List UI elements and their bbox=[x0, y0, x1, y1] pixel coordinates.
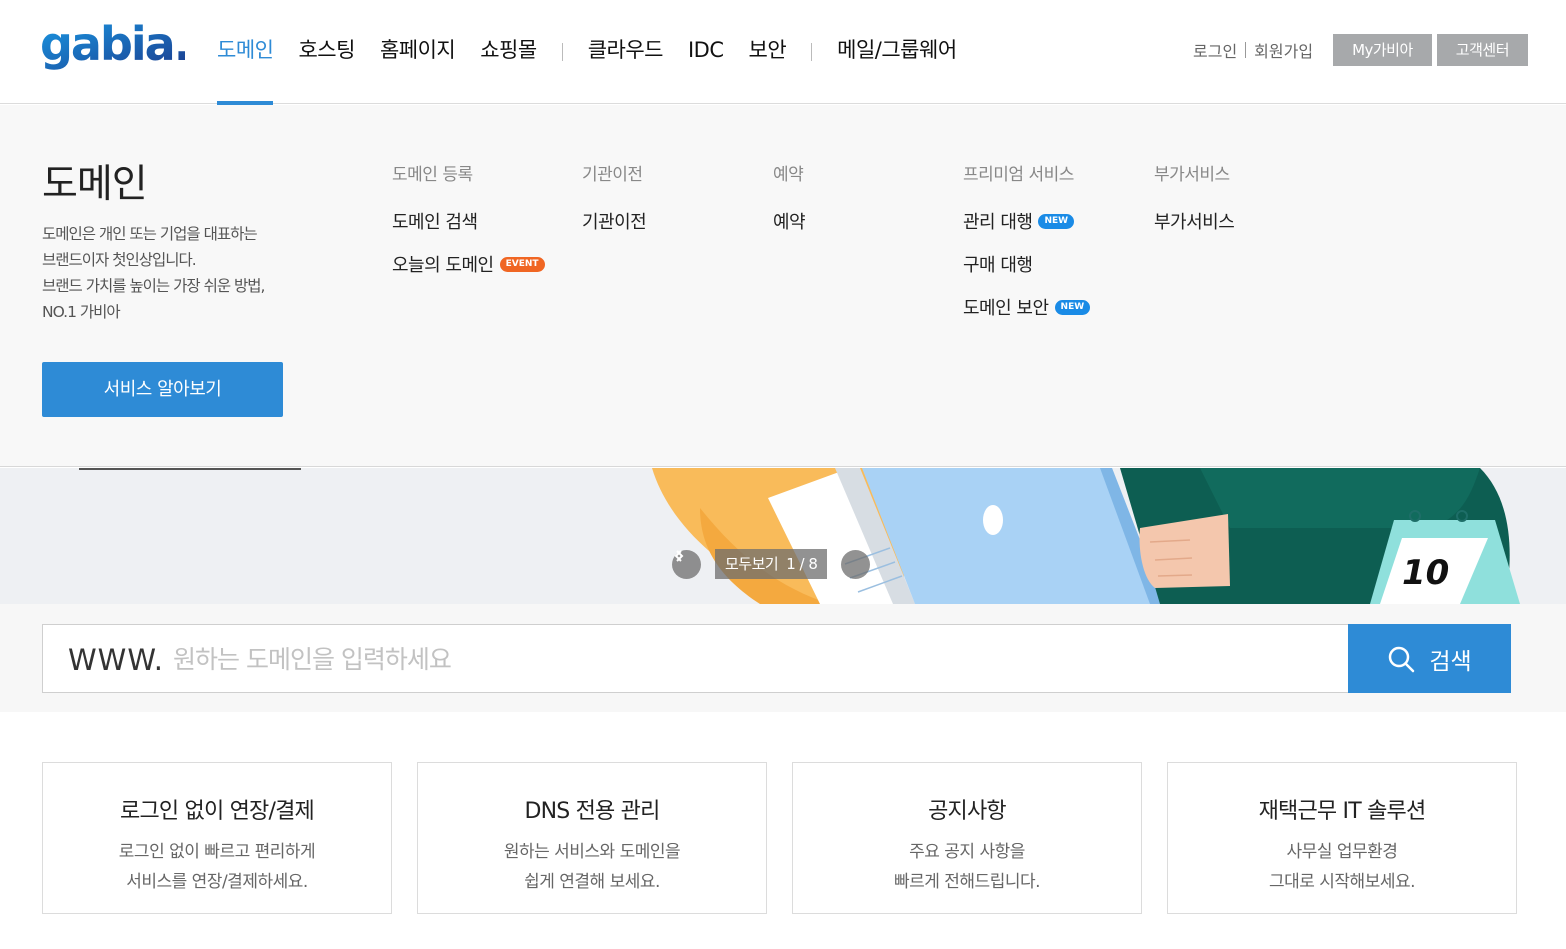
card-description: 로그인 없이 빠르고 편리하게 서비스를 연장/결제하세요. bbox=[43, 837, 391, 897]
card-desc-line: 로그인 없이 빠르고 편리하게 bbox=[118, 842, 316, 862]
card-desc-line: 쉽게 연결해 보세요. bbox=[524, 872, 660, 892]
card-desc-line: 서비스를 연장/결제하세요. bbox=[126, 872, 308, 892]
card-description: 사무실 업무환경 그대로 시작해보세요. bbox=[1168, 837, 1516, 897]
nav-cloud[interactable]: 클라우드 bbox=[588, 0, 664, 104]
banner-illustration: 10 bbox=[652, 468, 1520, 604]
nav-domain[interactable]: 도메인 bbox=[217, 0, 274, 105]
mega-desc-line: 도메인은 개인 또는 기업을 대표하는 bbox=[42, 225, 258, 243]
menu-item-transfer[interactable]: 기관이전 bbox=[582, 209, 647, 233]
menu-item-label: 관리 대행 bbox=[963, 212, 1033, 233]
card-desc-line: 주요 공지 사항을 bbox=[909, 842, 1025, 862]
search-button[interactable]: 검색 bbox=[1348, 624, 1511, 693]
card-dns-management[interactable]: DNS 전용 관리 원하는 서비스와 도메인을 쉽게 연결해 보세요. bbox=[417, 762, 767, 914]
card-remote-work[interactable]: 재택근무 IT 솔루션 사무실 업무환경 그대로 시작해보세요. bbox=[1167, 762, 1517, 914]
utility-menu: 로그인 회원가입 My가비아 고객센터 bbox=[1193, 34, 1528, 66]
domain-search-box: WWW. bbox=[42, 624, 1349, 693]
new-badge: NEW bbox=[1054, 299, 1091, 315]
card-desc-line: 사무실 업무환경 bbox=[1286, 842, 1398, 862]
card-renew-without-login[interactable]: 로그인 없이 연장/결제 로그인 없이 빠르고 편리하게 서비스를 연장/결제하… bbox=[42, 762, 392, 914]
card-description: 주요 공지 사항을 빠르게 전해드립니다. bbox=[793, 837, 1141, 897]
domain-search-area: WWW. 검색 bbox=[0, 604, 1566, 712]
nav-homepage[interactable]: 홈페이지 bbox=[380, 0, 456, 104]
slide-counter: 1 / 8 bbox=[786, 555, 818, 573]
mega-desc-line: 브랜드이자 첫인상입니다. bbox=[42, 251, 197, 269]
quick-service-cards: 로그인 없이 연장/결제 로그인 없이 빠르고 편리하게 서비스를 연장/결제하… bbox=[42, 762, 1517, 914]
learn-service-button[interactable]: 서비스 알아보기 bbox=[42, 362, 283, 417]
calendar-day: 10 bbox=[1402, 553, 1449, 593]
view-all-label: 모두보기 bbox=[725, 555, 779, 573]
column-heading[interactable]: 부가서비스 bbox=[1154, 160, 1234, 185]
header: gabia. 도메인 호스팅 홈페이지 쇼핑몰 클라우드 IDC 보안 메일/그… bbox=[0, 0, 1566, 105]
nav-shoppingmall[interactable]: 쇼핑몰 bbox=[480, 0, 537, 104]
nav-divider bbox=[561, 43, 563, 61]
menu-column-premium: 프리미엄 서비스 관리 대행 NEW 구매 대행 도메인 보안 NEW bbox=[963, 160, 1091, 338]
global-nav: 도메인 호스팅 홈페이지 쇼핑몰 클라우드 IDC 보안 메일/그룹웨어 bbox=[217, 0, 982, 105]
menu-column-transfer: 기관이전 기관이전 bbox=[582, 160, 647, 252]
menu-item-label: 도메인 검색 bbox=[392, 212, 478, 233]
mega-desc-line: NO.1 가비아 bbox=[42, 303, 121, 321]
next-slide-button[interactable] bbox=[676, 549, 871, 579]
menu-item-purchase-agency[interactable]: 구매 대행 bbox=[963, 252, 1090, 276]
menu-item-label: 도메인 보안 bbox=[963, 298, 1049, 319]
domain-search-input[interactable] bbox=[173, 635, 1323, 683]
column-heading[interactable]: 예약 bbox=[773, 160, 805, 185]
nav-mail-groupware[interactable]: 메일/그룹웨어 bbox=[837, 0, 957, 104]
domain-mega-menu: 도메인 도메인은 개인 또는 기업을 대표하는 브랜드이자 첫인상입니다. 브랜… bbox=[0, 105, 1566, 467]
menu-item-reservation[interactable]: 예약 bbox=[773, 209, 806, 233]
logo-text: gabia. bbox=[40, 22, 185, 71]
util-divider bbox=[1245, 42, 1247, 58]
chevron-right-icon bbox=[676, 550, 684, 562]
view-all-button[interactable]: 모두보기 1 / 8 bbox=[715, 549, 828, 579]
support-button[interactable]: 고객센터 bbox=[1436, 34, 1528, 66]
menu-item-addon[interactable]: 부가서비스 bbox=[1154, 209, 1235, 233]
card-title: 로그인 없이 연장/결제 bbox=[120, 799, 315, 824]
mega-desc-line: 브랜드 가치를 높이는 가장 쉬운 방법, bbox=[42, 277, 265, 295]
event-badge: EVENT bbox=[499, 256, 545, 272]
new-badge: NEW bbox=[1038, 213, 1075, 229]
www-prefix: WWW. bbox=[68, 643, 164, 677]
mygabia-button[interactable]: My가비아 bbox=[1333, 34, 1432, 66]
nav-security[interactable]: 보안 bbox=[749, 0, 787, 104]
gabia-logo[interactable]: gabia. bbox=[40, 17, 191, 80]
mega-description: 도메인은 개인 또는 기업을 대표하는 브랜드이자 첫인상입니다. 브랜드 가치… bbox=[42, 221, 302, 325]
search-icon bbox=[1389, 646, 1415, 672]
nav-divider bbox=[811, 43, 813, 61]
column-heading[interactable]: 도메인 등록 bbox=[392, 160, 545, 185]
menu-column-registration: 도메인 등록 도메인 검색 오늘의 도메인 EVENT bbox=[392, 160, 545, 295]
menu-item-domain-search[interactable]: 도메인 검색 bbox=[392, 209, 545, 233]
menu-item-domain-security[interactable]: 도메인 보안 NEW bbox=[963, 295, 1091, 319]
menu-item-label: 기관이전 bbox=[582, 212, 647, 233]
nav-idc[interactable]: IDC bbox=[688, 0, 724, 104]
banner-controls: 모두보기 1 / 8 bbox=[672, 549, 871, 579]
mega-title: 도메인 bbox=[42, 162, 148, 207]
search-button-label: 검색 bbox=[1429, 648, 1472, 675]
menu-item-management-agency[interactable]: 관리 대행 NEW bbox=[963, 209, 1090, 233]
menu-column-addon: 부가서비스 부가서비스 bbox=[1154, 160, 1235, 252]
signup-link[interactable]: 회원가입 bbox=[1254, 38, 1313, 62]
card-description: 원하는 서비스와 도메인을 쉽게 연결해 보세요. bbox=[418, 837, 766, 897]
column-heading[interactable]: 프리미엄 서비스 bbox=[963, 160, 1090, 185]
card-notices[interactable]: 공지사항 주요 공지 사항을 빠르게 전해드립니다. bbox=[792, 762, 1142, 914]
nav-hosting[interactable]: 호스팅 bbox=[298, 0, 355, 104]
menu-item-label: 오늘의 도메인 bbox=[392, 255, 494, 276]
login-link[interactable]: 로그인 bbox=[1193, 38, 1237, 62]
column-heading[interactable]: 기관이전 bbox=[582, 160, 646, 185]
menu-item-label: 예약 bbox=[773, 212, 806, 233]
menu-column-reservation: 예약 예약 bbox=[773, 160, 806, 252]
card-desc-line: 그대로 시작해보세요. bbox=[1268, 872, 1416, 892]
card-title: DNS 전용 관리 bbox=[524, 799, 660, 824]
menu-item-today-domain[interactable]: 오늘의 도메인 EVENT bbox=[392, 252, 545, 276]
card-title: 공지사항 bbox=[928, 799, 1007, 824]
card-desc-line: 빠르게 전해드립니다. bbox=[893, 872, 1041, 892]
menu-item-label: 구매 대행 bbox=[963, 255, 1033, 276]
card-title: 재택근무 IT 솔루션 bbox=[1258, 799, 1427, 824]
promo-banner[interactable]: 10 모두보기 1 / 8 bbox=[0, 468, 1566, 604]
card-desc-line: 원하는 서비스와 도메인을 bbox=[503, 842, 681, 862]
menu-item-label: 부가서비스 bbox=[1154, 212, 1235, 233]
